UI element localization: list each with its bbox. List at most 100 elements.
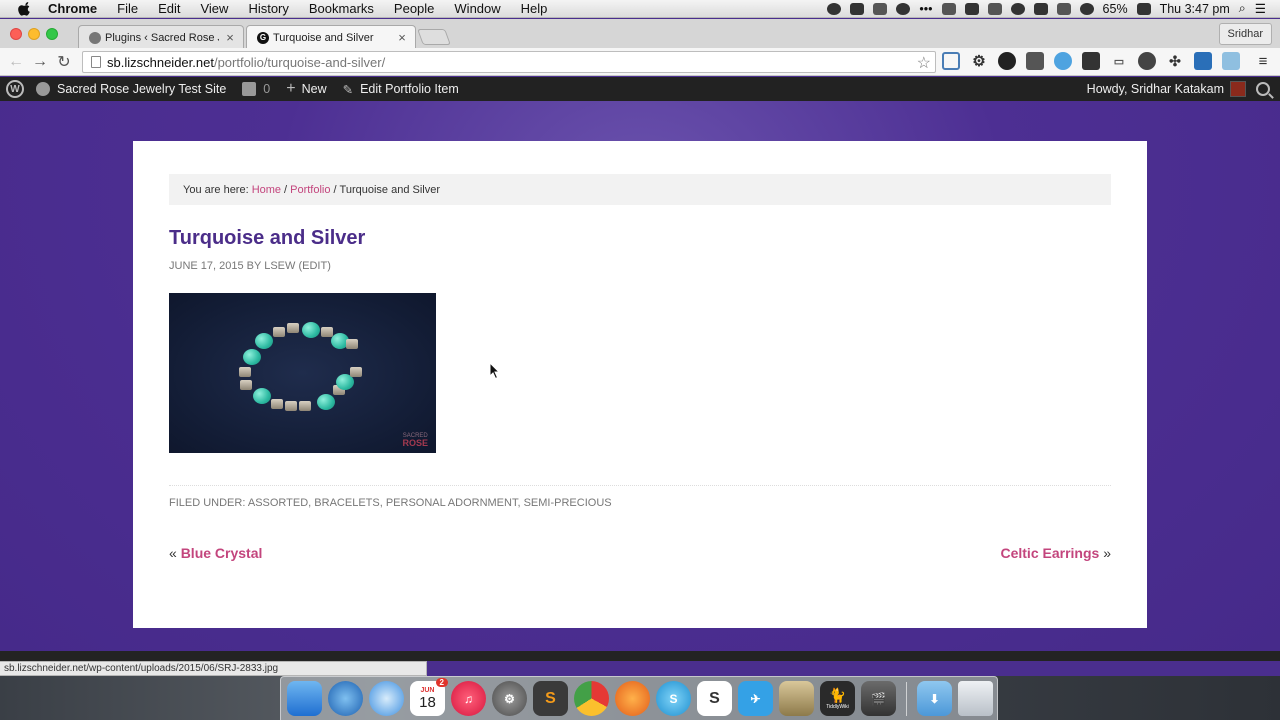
admin-site-name[interactable]: Sacred Rose Jewelry Test Site: [36, 82, 226, 96]
apple-icon[interactable]: [18, 1, 32, 16]
admin-new[interactable]: + New: [286, 80, 326, 98]
dock-separator: [906, 681, 907, 716]
breadcrumb-home-link[interactable]: Home: [252, 184, 281, 196]
calendar-icon[interactable]: JUN 18 2: [410, 678, 448, 716]
menu-view[interactable]: View: [200, 1, 228, 16]
trash-icon[interactable]: [958, 681, 993, 716]
profile-button[interactable]: Sridhar: [1218, 23, 1272, 45]
close-tab-icon[interactable]: ×: [395, 30, 409, 45]
dropbox-status-icon[interactable]: [964, 2, 979, 15]
avatar[interactable]: [1230, 81, 1246, 97]
imovie-icon[interactable]: 🎬: [861, 681, 896, 716]
firefox-icon[interactable]: [615, 681, 650, 716]
sublime-text-icon[interactable]: S: [533, 681, 568, 716]
alert-extension-icon[interactable]: [1138, 52, 1156, 70]
menu-history[interactable]: History: [248, 1, 288, 16]
admin-edit-portfolio-item[interactable]: ✎ Edit Portfolio Item: [343, 82, 459, 97]
minimize-window-button[interactable]: [28, 28, 40, 40]
evernote-status-icon[interactable]: [1010, 2, 1025, 15]
feather-extension-icon[interactable]: [1054, 52, 1072, 70]
previous-post: « Blue Crystal: [169, 545, 262, 561]
page-bottom-strip: [0, 651, 1280, 661]
reload-button[interactable]: ↻: [52, 50, 76, 74]
info-status-icon[interactable]: [827, 2, 842, 15]
finder-icon[interactable]: [287, 681, 322, 716]
notification-bell-icon[interactable]: [1033, 2, 1048, 15]
system-preferences-icon[interactable]: ⚙: [492, 681, 527, 716]
notification-center-icon[interactable]: ☰: [1255, 1, 1266, 16]
breadcrumb-portfolio-link[interactable]: Portfolio: [290, 184, 330, 196]
entry-meta: June 17, 2015 by lsew (Edit): [169, 260, 331, 272]
calendar-status-icon[interactable]: [941, 2, 956, 15]
menu-window[interactable]: Window: [454, 1, 500, 16]
previous-post-link[interactable]: Blue Crystal: [181, 545, 263, 561]
post-author-link[interactable]: lsew: [264, 260, 295, 272]
tab-turquoise-and-silver[interactable]: G Turquoise and Silver ×: [246, 25, 416, 49]
post-edit-link[interactable]: (Edit): [298, 260, 330, 272]
admin-howdy[interactable]: Howdy, Sridhar Katakam: [1087, 82, 1224, 96]
twitter-icon[interactable]: ✈: [738, 681, 773, 716]
cloud-status-icon[interactable]: [850, 2, 865, 15]
new-tab-button[interactable]: [417, 29, 451, 45]
screen-capture-extension-icon[interactable]: [942, 52, 960, 70]
skype-icon[interactable]: S: [656, 681, 691, 716]
menu-help[interactable]: Help: [521, 1, 548, 16]
slack-icon[interactable]: S: [697, 681, 732, 716]
trello-extension-icon[interactable]: [1194, 52, 1212, 70]
turquoise-bead: [243, 349, 261, 365]
app-store-icon[interactable]: [328, 681, 363, 716]
forward-button[interactable]: →: [28, 50, 52, 74]
tiddlywiki-icon[interactable]: 🐈 TiddlyWiki: [820, 681, 855, 716]
back-button[interactable]: ←: [4, 50, 28, 74]
wordpress-logo-icon[interactable]: W: [6, 80, 24, 98]
close-tab-icon[interactable]: ×: [223, 30, 237, 45]
macos-dock: JUN 18 2 ♫ ⚙ S S S ✈ 🐈 TiddlyWiki 🎬 ⬇: [280, 676, 998, 720]
battery-percent[interactable]: 65%: [1103, 2, 1128, 16]
cast-extension-icon[interactable]: ▭: [1110, 52, 1128, 70]
puzzle-extension-icon[interactable]: ✣: [1166, 52, 1184, 70]
wifi-icon[interactable]: [1079, 2, 1094, 15]
menu-clock[interactable]: Thu 3:47 pm: [1160, 2, 1230, 16]
gear-extension-icon[interactable]: ⚙: [970, 52, 988, 70]
category-link[interactable]: Bracelets: [314, 497, 379, 509]
pocket-extension-icon[interactable]: [1026, 52, 1044, 70]
more-status-icon[interactable]: •••: [919, 2, 932, 16]
menu-file[interactable]: File: [117, 1, 138, 16]
admin-comments[interactable]: 0: [242, 82, 270, 96]
downloads-folder-icon[interactable]: ⬇: [917, 681, 952, 716]
itunes-icon[interactable]: ♫: [451, 681, 486, 716]
menu-people[interactable]: People: [394, 1, 434, 16]
cat-glyph-icon: 🐈: [828, 687, 847, 703]
leaf-status-icon[interactable]: [896, 2, 911, 15]
safari-icon[interactable]: [369, 681, 404, 716]
person-status-icon[interactable]: [987, 2, 1002, 15]
breadcrumb: You are here: Home / Portfolio / Turquoi…: [169, 174, 1111, 205]
menu-app-name[interactable]: Chrome: [48, 1, 97, 16]
silver-bead: [321, 327, 333, 337]
category-link[interactable]: Personal Adornment: [386, 497, 518, 509]
bookmark-star-icon[interactable]: ☆: [917, 53, 931, 73]
menu-bookmarks[interactable]: Bookmarks: [309, 1, 374, 16]
transmit-icon[interactable]: [779, 681, 814, 716]
battery-icon[interactable]: [1136, 2, 1151, 15]
screen-status-icon[interactable]: [873, 2, 888, 15]
sacred-rose-watermark: SACRED ROSE: [402, 433, 428, 448]
page-info-icon[interactable]: [91, 56, 101, 68]
chrome-menu-icon[interactable]: ≡: [1254, 52, 1272, 70]
next-post-link[interactable]: Celtic Earrings: [1000, 545, 1099, 561]
camera-extension-icon[interactable]: [1222, 52, 1240, 70]
bracelet-photo[interactable]: SACRED ROSE: [169, 293, 436, 453]
zoom-window-button[interactable]: [46, 28, 58, 40]
address-bar[interactable]: sb.lizschneider.net/portfolio/turquoise-…: [82, 51, 936, 73]
tab-plugins[interactable]: Plugins ‹ Sacred Rose Jew ×: [78, 25, 244, 49]
search-icon[interactable]: [1256, 82, 1270, 96]
menu-edit[interactable]: Edit: [158, 1, 180, 16]
color-picker-extension-icon[interactable]: [998, 52, 1016, 70]
close-window-button[interactable]: [10, 28, 22, 40]
volume-icon[interactable]: [1056, 2, 1071, 15]
category-link[interactable]: Semi-Precious: [524, 497, 612, 509]
category-link[interactable]: Assorted: [248, 497, 308, 509]
chrome-icon[interactable]: [574, 681, 609, 716]
spotlight-search-icon[interactable]: ⌕: [1239, 1, 1246, 16]
grid-extension-icon[interactable]: [1082, 52, 1100, 70]
